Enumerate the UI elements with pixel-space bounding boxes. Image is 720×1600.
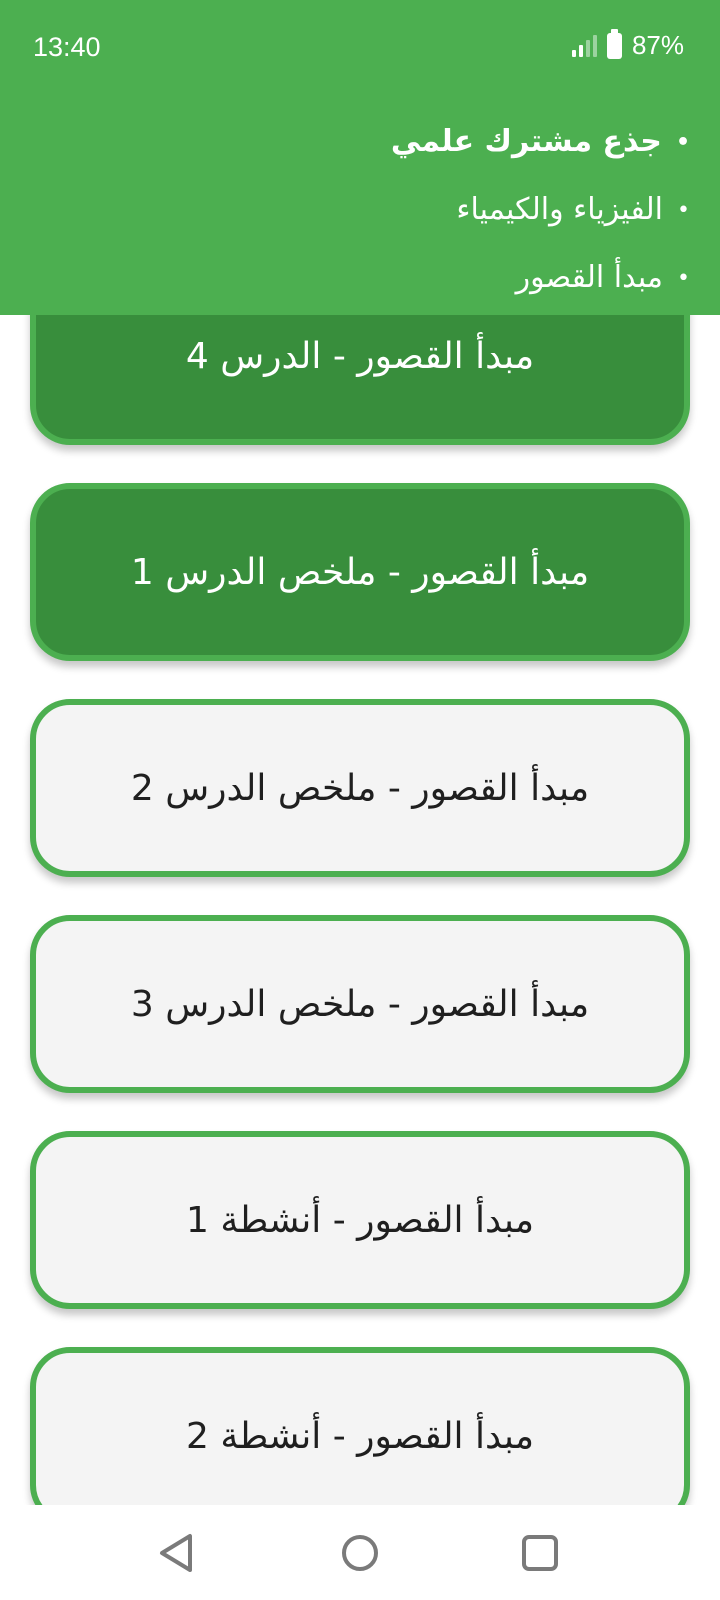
lesson-label: مبدأ القصور - ملخص الدرس 2 — [130, 767, 590, 809]
lesson-button[interactable]: مبدأ القصور - ملخص الدرس 2 — [30, 699, 690, 877]
signal-icon — [571, 34, 597, 57]
lesson-button[interactable]: مبدأ القصور - أنشطة 2 — [30, 1347, 690, 1505]
lesson-label: مبدأ القصور - أنشطة 1 — [185, 1199, 535, 1241]
breadcrumb-label: جذع مشترك علمي — [390, 124, 662, 159]
lesson-label: مبدأ القصور - أنشطة 2 — [185, 1415, 535, 1457]
lesson-label: مبدأ القصور - ملخص الدرس 1 — [130, 551, 590, 593]
breadcrumb-item: • جذع مشترك علمي — [391, 108, 690, 176]
back-icon[interactable] — [154, 1529, 202, 1577]
breadcrumb-label: الفيزياء والكيمياء — [456, 192, 664, 227]
lesson-label: مبدأ القصور - الدرس 4 — [185, 335, 535, 377]
battery-icon — [606, 28, 622, 59]
lesson-button[interactable]: مبدأ القصور - ملخص الدرس 3 — [30, 915, 690, 1093]
recents-icon[interactable] — [516, 1529, 564, 1577]
lesson-button[interactable]: مبدأ القصور - ملخص الدرس 1 — [30, 483, 690, 661]
status-icons: 87% — [571, 28, 684, 61]
bullet-icon: • — [677, 265, 690, 291]
bullet-icon: • — [677, 197, 690, 223]
breadcrumb-label: مبدأ القصور — [515, 260, 664, 295]
lesson-button[interactable]: مبدأ القصور - أنشطة 1 — [30, 1131, 690, 1309]
header: 13:40 87% • جذع مشترك علمي • الفيزياء والك… — [0, 0, 720, 315]
screen: مبدأ القصور - الدرس 4 مبدأ القصور - ملخص… — [0, 0, 720, 1600]
status-bar: 13:40 87% — [0, 0, 720, 100]
lesson-button[interactable]: مبدأ القصور - الدرس 4 — [30, 315, 690, 445]
bullet-icon: • — [675, 129, 690, 155]
breadcrumb-item: • الفيزياء والكيمياء — [391, 176, 690, 244]
breadcrumb: • جذع مشترك علمي • الفيزياء والكيمياء • مبد… — [391, 108, 690, 312]
status-time: 13:40 — [33, 32, 101, 62]
battery-percent: 87% — [631, 30, 684, 60]
home-icon[interactable] — [336, 1529, 384, 1577]
breadcrumb-item: • مبدأ القصور — [391, 244, 690, 312]
lesson-label: مبدأ القصور - ملخص الدرس 3 — [130, 983, 590, 1025]
lesson-list[interactable]: مبدأ القصور - الدرس 4 مبدأ القصور - ملخص… — [0, 315, 720, 1505]
navigation-bar — [0, 1505, 720, 1600]
